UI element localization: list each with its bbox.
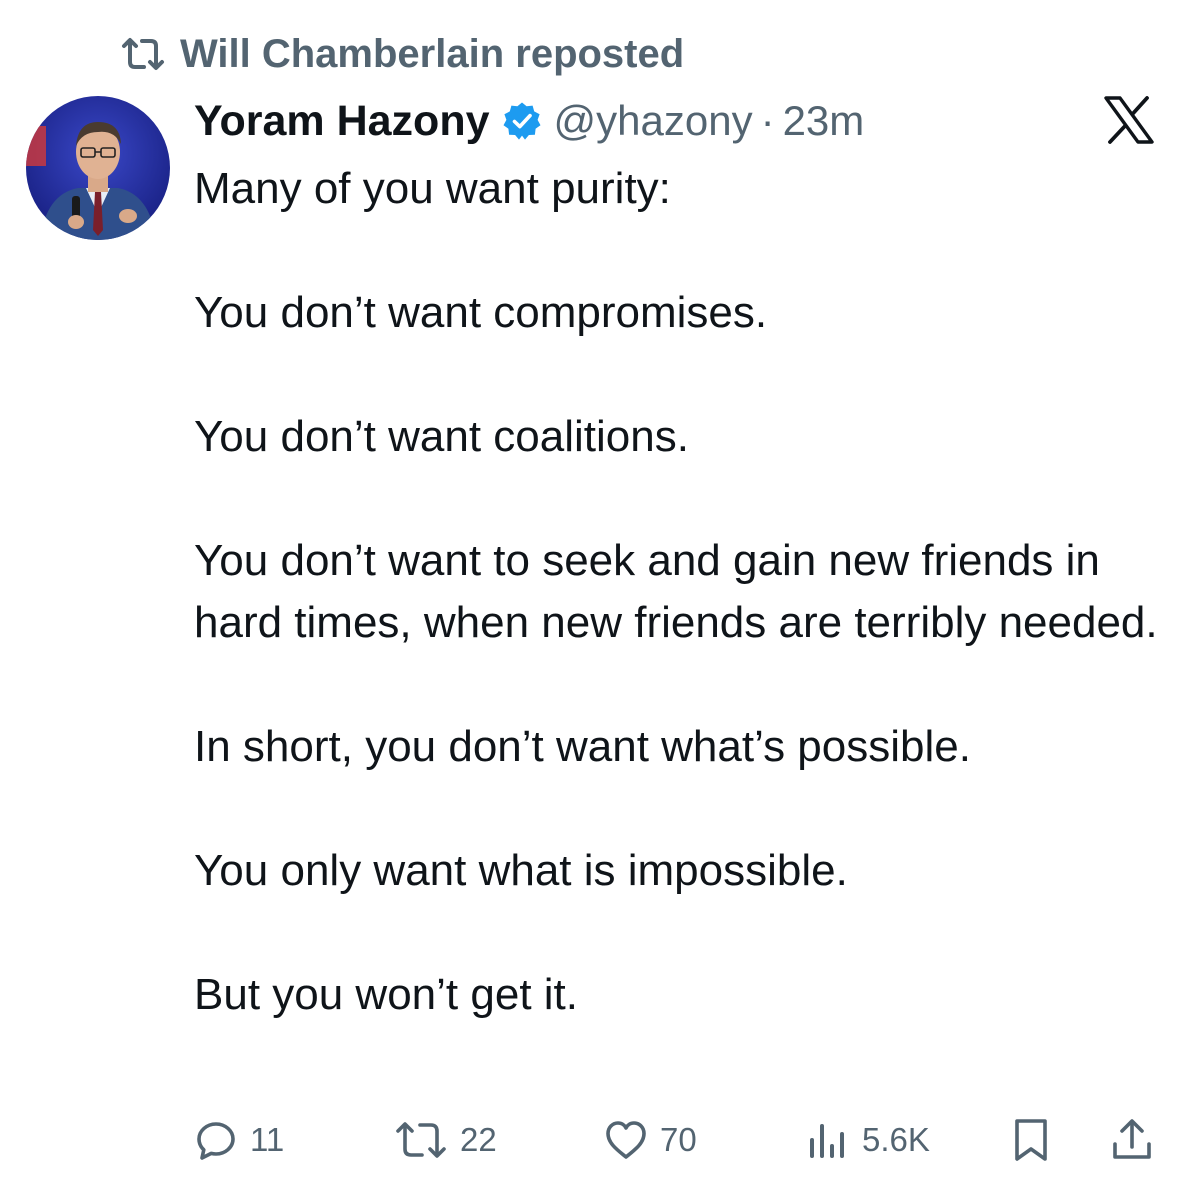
share-button[interactable] bbox=[1110, 1112, 1154, 1168]
view-count: 5.6K bbox=[862, 1121, 930, 1158]
reply-count: 11 bbox=[250, 1121, 285, 1158]
tweet-header: Yoram Hazony @yhazony · 23m bbox=[194, 92, 864, 150]
tweet-paragraph: But you won’t get it. bbox=[194, 970, 578, 1019]
verified-badge-icon bbox=[503, 102, 540, 140]
bookmark-button[interactable] bbox=[1012, 1112, 1050, 1168]
action-bar: 11 22 70 5.6K bbox=[0, 1112, 1184, 1168]
repost-indicator[interactable]: Will Chamberlain reposted bbox=[120, 28, 684, 80]
repost-label: Will Chamberlain reposted bbox=[180, 31, 685, 76]
author-name[interactable]: Yoram Hazony bbox=[194, 97, 490, 146]
heart-icon bbox=[604, 1119, 648, 1161]
tweet-text: Many of you want purity: You don’t want … bbox=[194, 158, 1169, 1026]
like-count: 70 bbox=[660, 1121, 697, 1158]
post-time[interactable]: 23m bbox=[783, 97, 865, 145]
author-handle[interactable]: @yhazony bbox=[554, 97, 753, 145]
share-icon bbox=[1110, 1117, 1154, 1163]
tweet-paragraph: You only want what is impossible. bbox=[194, 846, 848, 895]
bookmark-icon bbox=[1012, 1117, 1050, 1163]
tweet-paragraph: You don’t want to seek and gain new frie… bbox=[194, 536, 1158, 647]
tweet-paragraph: You don’t want coalitions. bbox=[194, 412, 689, 461]
analytics-icon bbox=[806, 1118, 850, 1162]
reply-icon bbox=[194, 1118, 238, 1162]
repost-count: 22 bbox=[460, 1121, 497, 1158]
x-logo-icon bbox=[1104, 96, 1154, 144]
avatar[interactable] bbox=[26, 96, 170, 240]
reply-button[interactable]: 11 bbox=[194, 1112, 284, 1168]
tweet-paragraph: You don’t want compromises. bbox=[194, 288, 768, 337]
views-button[interactable]: 5.6K bbox=[806, 1112, 930, 1168]
like-button[interactable]: 70 bbox=[604, 1112, 697, 1168]
repost-icon bbox=[120, 36, 166, 72]
repost-button[interactable]: 22 bbox=[394, 1112, 497, 1168]
separator-dot: · bbox=[760, 97, 775, 144]
tweet-paragraph: Many of you want purity: bbox=[194, 164, 671, 213]
tweet-paragraph: In short, you don’t want what’s possible… bbox=[194, 722, 971, 771]
repost-icon bbox=[394, 1120, 448, 1160]
